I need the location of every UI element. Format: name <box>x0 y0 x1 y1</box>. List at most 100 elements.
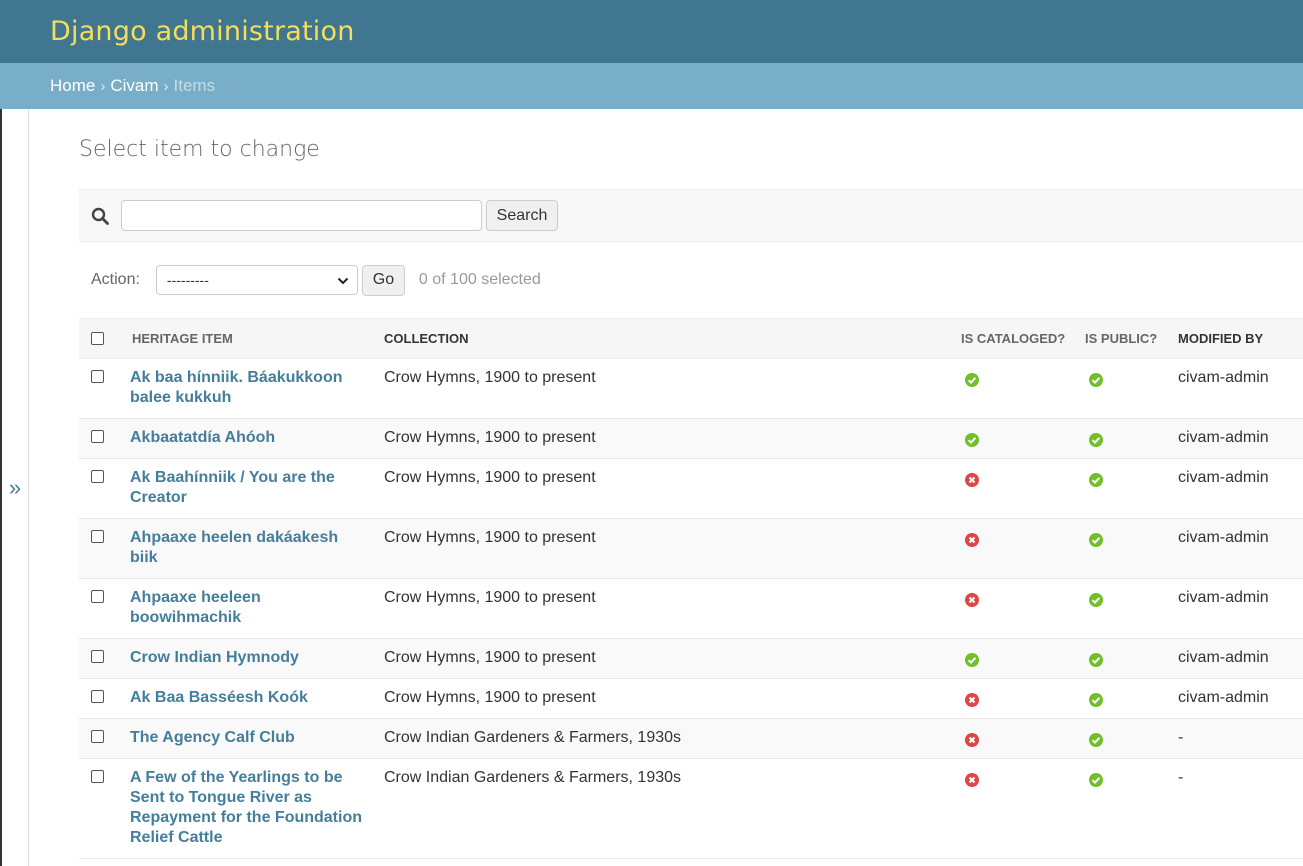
nav-sidebar-toggle[interactable]: » <box>0 109 29 866</box>
row-select-cell <box>79 718 130 759</box>
row-checkbox[interactable] <box>91 650 104 663</box>
modified-by-cell: civam-admin <box>1178 578 1303 639</box>
row-checkbox[interactable] <box>91 530 104 543</box>
search-icon <box>91 206 111 226</box>
go-button[interactable]: Go <box>361 264 405 296</box>
modified-by-cell: - <box>1178 718 1303 759</box>
table-row: Ak baa hínniik. Báakukkoon balee kukkuh C… <box>79 358 1303 419</box>
modified-by-cell: - <box>1178 758 1303 859</box>
icon-no <box>965 693 979 707</box>
is-public-cell <box>1083 358 1178 419</box>
row-checkbox[interactable] <box>91 470 104 483</box>
heritage-item-link[interactable]: A Few of the Yearlings to be Sent to Ton… <box>130 768 364 848</box>
table-body: Ak baa hínniik. Báakukkoon balee kukkuh C… <box>79 358 1303 859</box>
breadcrumb-current: Items <box>173 76 216 95</box>
row-checkbox[interactable] <box>91 590 104 603</box>
column-header-is-public[interactable]: Is public? <box>1083 318 1178 359</box>
heritage-item-cell: Ahpaaxe heelen dakáakesh biik <box>130 518 384 579</box>
column-header-modified-by[interactable]: Modified by <box>1178 318 1303 359</box>
is-cataloged-cell <box>959 458 1083 519</box>
column-header-heritage-item[interactable]: Heritage item <box>130 318 384 359</box>
table-row: Ahpaaxe heelen dakáakesh biik Crow Hymns,… <box>79 518 1303 579</box>
icon-yes <box>1089 373 1103 387</box>
row-select-cell <box>79 578 130 639</box>
icon-yes <box>1089 593 1103 607</box>
table-row: Akbaatatdía Ahóoh Crow Hymns, 1900 to pre… <box>79 418 1303 459</box>
icon-yes <box>965 373 979 387</box>
table-header-row: Heritage item Collection Is cataloged? I… <box>79 318 1303 359</box>
heritage-item-link[interactable]: Ahpaaxe heelen dakáakesh biik <box>130 528 364 568</box>
heritage-item-link[interactable]: Ahpaaxe heeleen boowihmachik <box>130 588 364 628</box>
row-checkbox[interactable] <box>91 370 104 383</box>
icon-yes <box>1089 693 1103 707</box>
modified-by-cell: civam-admin <box>1178 678 1303 719</box>
action-label: Action: <box>91 271 140 288</box>
heritage-item-link[interactable]: The Agency Calf Club <box>130 728 364 748</box>
row-checkbox[interactable] <box>91 430 104 443</box>
action-select[interactable]: --------- <box>155 265 358 295</box>
collection-cell: Crow Indian Gardeners & Farmers, 1930s <box>384 758 959 859</box>
site-name[interactable]: Django administration <box>50 16 355 47</box>
actions-bar: Action: --------- Go 0 of 100 selected <box>79 242 1303 318</box>
is-cataloged-cell <box>959 578 1083 639</box>
is-cataloged-cell <box>959 718 1083 759</box>
is-cataloged-cell <box>959 358 1083 419</box>
content: Select item to change Search Action: ---… <box>79 109 1303 859</box>
heritage-item-cell: Ak Baahínniik / You are the Creator <box>130 458 384 519</box>
is-public-cell <box>1083 518 1178 579</box>
is-cataloged-cell <box>959 418 1083 459</box>
row-checkbox[interactable] <box>91 730 104 743</box>
heritage-item-link[interactable]: Ak Baahínniik / You are the Creator <box>130 468 364 508</box>
is-public-cell <box>1083 418 1178 459</box>
table-row: Crow Indian Hymnody Crow Hymns, 1900 to p… <box>79 638 1303 679</box>
action-select-value: --------- <box>166 272 209 288</box>
collection-cell: Crow Hymns, 1900 to present <box>384 358 959 419</box>
row-select-cell <box>79 418 130 459</box>
breadcrumb-app[interactable]: Civam <box>110 76 158 96</box>
table-row: Ahpaaxe heeleen boowihmachik Crow Hymns, … <box>79 578 1303 639</box>
is-public-cell <box>1083 458 1178 519</box>
search-input[interactable] <box>121 200 482 231</box>
table-row: The Agency Calf Club Crow Indian Gardener… <box>79 718 1303 759</box>
table-row: Ak Baahínniik / You are the Creator Crow … <box>79 458 1303 519</box>
is-cataloged-cell <box>959 758 1083 859</box>
heritage-item-cell: Ak baa hínniik. Báakukkoon balee kukkuh <box>130 358 384 419</box>
main-area: » Select item to change Search Action: -… <box>0 109 1303 866</box>
row-select-cell <box>79 358 130 419</box>
selection-counter: 0 of 100 selected <box>418 271 541 288</box>
heritage-item-link[interactable]: Akbaatatdía Ahóoh <box>130 428 364 448</box>
heritage-item-cell: Crow Indian Hymnody <box>130 638 384 679</box>
is-cataloged-cell <box>959 678 1083 719</box>
select-all-cell <box>79 318 130 359</box>
row-checkbox[interactable] <box>91 770 104 783</box>
icon-no <box>965 773 979 787</box>
modified-by-cell: civam-admin <box>1178 518 1303 579</box>
select-all-checkbox[interactable] <box>91 332 104 345</box>
modified-by-cell: civam-admin <box>1178 638 1303 679</box>
column-header-is-cataloged[interactable]: Is cataloged? <box>959 318 1083 359</box>
breadcrumb-home[interactable]: Home <box>50 76 95 96</box>
icon-no <box>965 473 979 487</box>
search-button[interactable]: Search <box>486 200 558 231</box>
icon-yes <box>1089 433 1103 447</box>
site-header: Django administration <box>0 0 1303 63</box>
heritage-item-link[interactable]: Ak baa hínniik. Báakukkoon balee kukkuh <box>130 368 364 408</box>
collection-cell: Crow Hymns, 1900 to present <box>384 678 959 719</box>
heritage-item-link[interactable]: Ak Baa Basséesh Koók <box>130 688 364 708</box>
collection-cell: Crow Hymns, 1900 to present <box>384 418 959 459</box>
result-list: Heritage item Collection Is cataloged? I… <box>79 318 1303 859</box>
icon-yes <box>1089 653 1103 667</box>
is-public-cell <box>1083 578 1178 639</box>
row-checkbox[interactable] <box>91 690 104 703</box>
collection-cell: Crow Hymns, 1900 to present <box>384 458 959 519</box>
breadcrumb-separator: › <box>163 77 169 95</box>
table-row: Ak Baa Basséesh Koók Crow Hymns, 1900 to … <box>79 678 1303 719</box>
heritage-item-link[interactable]: Crow Indian Hymnody <box>130 648 364 668</box>
is-public-cell <box>1083 758 1178 859</box>
is-cataloged-cell <box>959 638 1083 679</box>
row-select-cell <box>79 458 130 519</box>
icon-yes <box>1089 473 1103 487</box>
collection-cell: Crow Hymns, 1900 to present <box>384 638 959 679</box>
collection-cell: Crow Indian Gardeners & Farmers, 1930s <box>384 718 959 759</box>
column-header-collection[interactable]: Collection <box>384 318 959 359</box>
